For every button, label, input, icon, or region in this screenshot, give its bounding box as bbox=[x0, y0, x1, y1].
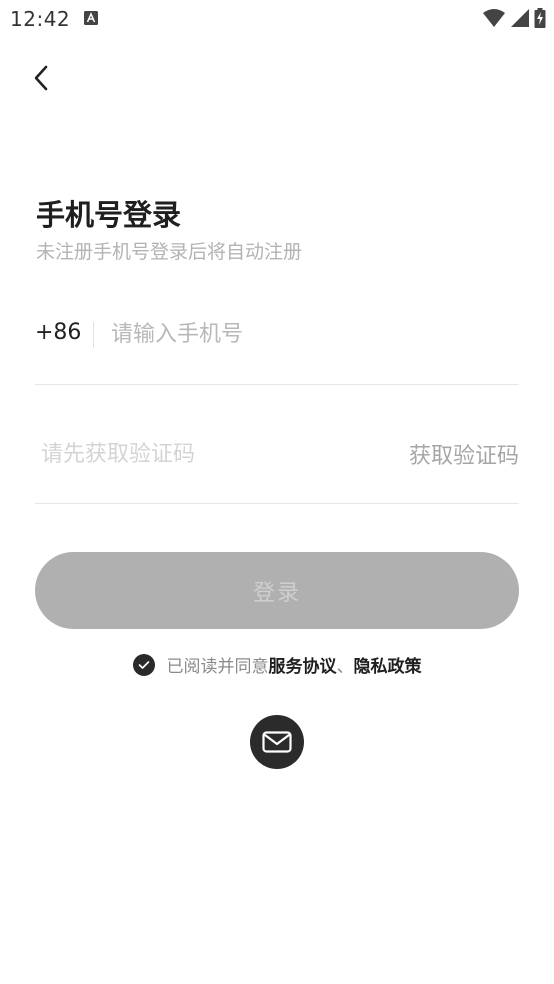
check-icon bbox=[138, 660, 149, 669]
signal-icon bbox=[511, 9, 529, 27]
status-time: 12:42 bbox=[10, 7, 71, 31]
agree-checkbox[interactable] bbox=[132, 653, 155, 676]
agreement-prefix: 已阅读并同意 bbox=[166, 657, 269, 677]
email-login-button[interactable] bbox=[250, 715, 304, 769]
agreement-row: 已阅读并同意 服务协议 、 隐私政策 bbox=[0, 652, 554, 677]
page-subtitle: 未注册手机号登录后将自动注册 bbox=[36, 241, 303, 263]
chevron-left-icon bbox=[34, 65, 48, 91]
page-title: 手机号登录 bbox=[36, 198, 182, 232]
phone-input[interactable] bbox=[111, 314, 511, 354]
status-bar: 12:42 bbox=[0, 0, 554, 38]
wifi-icon bbox=[483, 9, 505, 27]
agreement-separator: 、 bbox=[336, 657, 354, 677]
get-code-button[interactable]: 获取验证码 bbox=[409, 438, 519, 470]
back-button[interactable] bbox=[22, 58, 62, 98]
status-icons bbox=[482, 8, 546, 28]
verification-code-input[interactable] bbox=[41, 434, 361, 474]
country-code[interactable]: +86 bbox=[35, 320, 81, 345]
service-agreement-link[interactable]: 服务协议 bbox=[269, 652, 337, 677]
mail-icon bbox=[262, 731, 292, 753]
login-button[interactable]: 登录 bbox=[35, 552, 519, 629]
verification-field-row: 获取验证码 bbox=[35, 420, 519, 504]
battery-icon bbox=[534, 8, 546, 28]
login-button-label: 登录 bbox=[252, 580, 301, 606]
country-code-divider bbox=[93, 322, 94, 348]
privacy-policy-link[interactable]: 隐私政策 bbox=[354, 652, 422, 677]
phone-field-row: +86 bbox=[35, 300, 519, 385]
notification-icon bbox=[84, 11, 98, 25]
